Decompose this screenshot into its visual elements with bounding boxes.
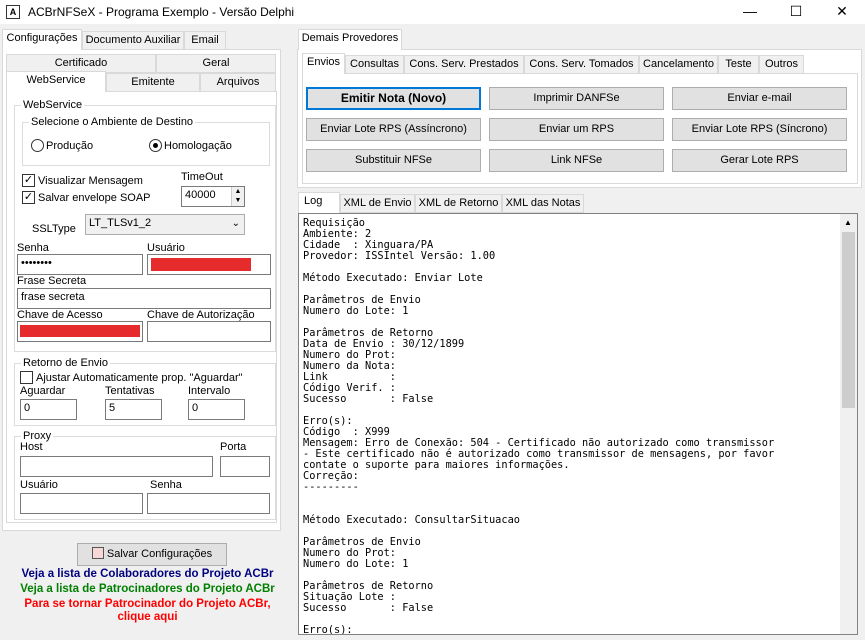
tab-xml-notas[interactable]: XML das Notas xyxy=(502,194,584,213)
retorno-envio-label: Retorno de Envio xyxy=(21,357,110,369)
intervalo-input[interactable]: 0 xyxy=(188,399,245,420)
emitir-nota-button[interactable]: Emitir Nota (Novo) xyxy=(306,87,481,110)
log-text: Requisição Ambiente: 2 Cidade : Xinguara… xyxy=(303,217,775,635)
producao-radio[interactable] xyxy=(31,139,44,152)
visualizar-mensagem-label: Visualizar Mensagem xyxy=(38,175,143,187)
salvar-envelope-checkbox[interactable]: ✓ xyxy=(22,191,35,204)
redacted-usuario xyxy=(151,258,251,271)
timeout-value: 40000 xyxy=(185,189,216,201)
enviar-lote-assincrono-button[interactable]: Enviar Lote RPS (Assíncrono) xyxy=(306,118,481,141)
log-textarea[interactable]: Requisição Ambiente: 2 Cidade : Xinguara… xyxy=(298,213,858,635)
tab-teste[interactable]: Teste xyxy=(718,55,759,74)
aguardar-label: Aguardar xyxy=(20,385,66,397)
tentativas-label: Tentativas xyxy=(105,385,155,397)
proxy-senha-label: Senha xyxy=(150,479,182,491)
tab-cons-serv-prestados[interactable]: Cons. Serv. Prestados xyxy=(404,55,524,74)
frase-secreta-value: frase secreta xyxy=(21,291,85,303)
gerar-lote-rps-button[interactable]: Gerar Lote RPS xyxy=(672,149,847,172)
chevron-down-icon: ⌄ xyxy=(231,218,240,229)
tab-xml-envio[interactable]: XML de Envio xyxy=(340,194,415,213)
senha-label: Senha xyxy=(17,242,49,254)
save-icon xyxy=(91,547,104,559)
salvar-configuracoes-button[interactable]: Salvar Configurações xyxy=(77,543,227,566)
homologacao-radio[interactable] xyxy=(149,139,162,152)
minimize-button[interactable]: — xyxy=(727,0,773,24)
app-icon: A xyxy=(6,5,20,19)
chave-autorizacao-label: Chave de Autorização xyxy=(147,309,255,321)
aguardar-input[interactable]: 0 xyxy=(20,399,77,420)
imprimir-danfse-button[interactable]: Imprimir DANFSe xyxy=(489,87,664,110)
tentativas-value: 5 xyxy=(109,402,116,414)
tab-log[interactable]: Log xyxy=(298,192,340,213)
enviar-um-rps-button[interactable]: Enviar um RPS xyxy=(489,118,664,141)
tab-webservice[interactable]: WebService xyxy=(6,71,106,92)
colaboradores-link[interactable]: Veja a lista de Colaboradores do Projeto… xyxy=(0,568,295,580)
substituir-nfse-button[interactable]: Substituir NFSe xyxy=(306,149,481,172)
chave-acesso-label: Chave de Acesso xyxy=(17,309,103,321)
aguardar-value: 0 xyxy=(24,402,31,414)
porta-input[interactable] xyxy=(220,456,270,477)
ajustar-label: Ajustar Automaticamente prop. "Aguardar" xyxy=(36,372,243,384)
maximize-button[interactable]: ☐ xyxy=(773,0,819,24)
timeout-label: TimeOut xyxy=(181,171,223,183)
tab-geral[interactable]: Geral xyxy=(156,54,276,73)
ajustar-checkbox[interactable] xyxy=(20,371,33,384)
enviar-email-button[interactable]: Enviar e-mail xyxy=(672,87,847,110)
tab-documento-auxiliar[interactable]: Documento Auxiliar xyxy=(82,31,184,50)
tab-outros[interactable]: Outros xyxy=(759,55,804,74)
frase-secreta-label: Frase Secreta xyxy=(17,275,87,287)
close-button[interactable]: ✕ xyxy=(819,0,865,24)
tab-email[interactable]: Email xyxy=(184,31,226,50)
frase-secreta-input[interactable]: frase secreta xyxy=(17,288,271,309)
visualizar-mensagem-checkbox[interactable]: ✓ xyxy=(22,174,35,187)
proxy-usuario-label: Usuário xyxy=(20,479,58,491)
producao-label: Produção xyxy=(46,140,94,152)
homologacao-label: Homologação xyxy=(164,140,232,152)
link-nfse-button[interactable]: Link NFSe xyxy=(489,149,664,172)
chave-autorizacao-input[interactable] xyxy=(147,321,271,342)
tab-demais-provedores[interactable]: Demais Provedores xyxy=(298,29,402,50)
patrocinador-link-line1[interactable]: Para se tornar Patrocinador do Projeto A… xyxy=(0,598,295,610)
proxy-usuario-input[interactable] xyxy=(20,493,143,514)
tab-envios[interactable]: Envios xyxy=(302,53,345,74)
window-title: ACBrNFSeX - Programa Exemplo - Versão De… xyxy=(28,5,295,19)
senha-value: •••••••• xyxy=(21,257,52,269)
intervalo-label: Intervalo xyxy=(188,385,231,397)
patrocinadores-link[interactable]: Veja a lista de Patrocinadores do Projet… xyxy=(0,583,295,595)
ambiente-group-label: Selecione o Ambiente de Destino xyxy=(29,116,196,128)
webservice-group-label: WebService xyxy=(21,99,85,111)
tab-emitente[interactable]: Emitente xyxy=(106,73,200,92)
tab-cons-serv-tomados[interactable]: Cons. Serv. Tomados xyxy=(524,55,639,74)
tab-configuracoes[interactable]: Configurações xyxy=(2,29,82,50)
usuario-input[interactable] xyxy=(147,254,271,275)
salvar-envelope-label: Salvar envelope SOAP xyxy=(38,192,151,204)
salvar-configuracoes-label: Salvar Configurações xyxy=(106,548,213,560)
title-bar: A ACBrNFSeX - Programa Exemplo - Versão … xyxy=(0,0,865,24)
proxy-senha-input[interactable] xyxy=(147,493,270,514)
log-scrollbar[interactable]: ▲ xyxy=(840,214,857,634)
scroll-up-icon[interactable]: ▲ xyxy=(844,218,852,227)
enviar-lote-sincrono-button[interactable]: Enviar Lote RPS (Síncrono) xyxy=(672,118,847,141)
usuario-label: Usuário xyxy=(147,242,185,254)
host-label: Host xyxy=(20,441,43,453)
senha-input[interactable]: •••••••• xyxy=(17,254,143,275)
tab-xml-retorno[interactable]: XML de Retorno xyxy=(415,194,502,213)
tentativas-input[interactable]: 5 xyxy=(105,399,162,420)
ssltype-value: LT_TLSv1_2 xyxy=(89,217,152,229)
porta-label: Porta xyxy=(220,441,247,453)
scrollbar-thumb[interactable] xyxy=(842,232,855,408)
timeout-spinner[interactable]: ▲ ▼ xyxy=(231,187,244,206)
redacted-chave-acesso xyxy=(20,325,140,337)
host-input[interactable] xyxy=(20,456,213,477)
tab-consultas[interactable]: Consultas xyxy=(345,55,404,74)
patrocinador-link-line2[interactable]: clique aqui xyxy=(0,611,295,623)
tab-arquivos[interactable]: Arquivos xyxy=(200,73,276,92)
ssltype-select[interactable]: LT_TLSv1_2 ⌄ xyxy=(85,214,245,235)
intervalo-value: 0 xyxy=(192,402,199,414)
ssltype-label: SSLType xyxy=(32,223,76,235)
tab-cancelamento[interactable]: Cancelamento xyxy=(639,55,718,74)
chave-acesso-input[interactable] xyxy=(17,321,143,342)
